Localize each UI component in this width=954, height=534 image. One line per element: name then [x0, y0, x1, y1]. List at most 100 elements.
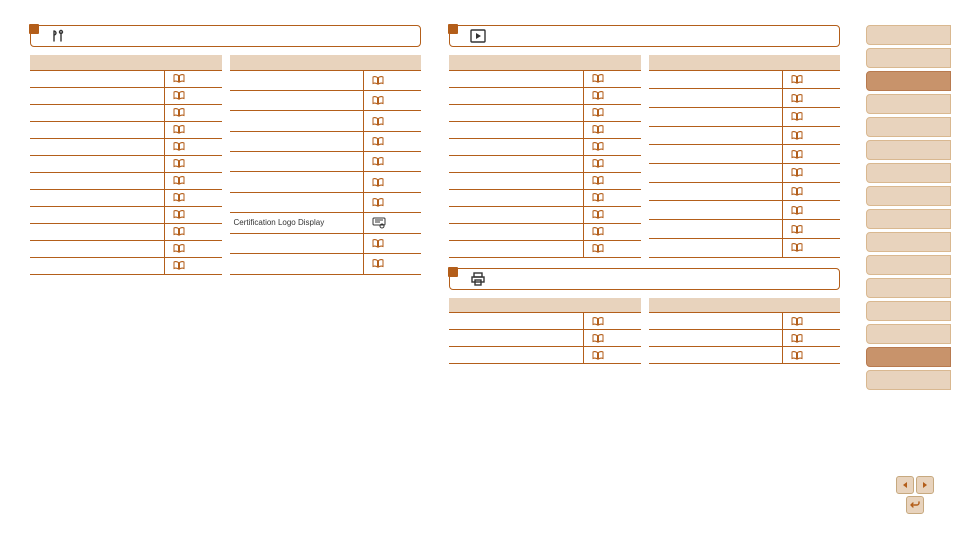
table-row[interactable]: Certification Logo Display	[230, 213, 422, 233]
page-cell[interactable]	[164, 257, 221, 274]
page-cell[interactable]	[583, 223, 640, 240]
sidebar-tab-1[interactable]	[866, 48, 951, 68]
sidebar-tab-0[interactable]	[866, 25, 951, 45]
page-cell[interactable]	[583, 104, 640, 121]
table-row[interactable]	[649, 347, 841, 364]
sidebar-tab-3[interactable]	[866, 94, 951, 114]
next-button[interactable]	[916, 476, 934, 494]
table-row[interactable]	[230, 192, 422, 212]
table-row[interactable]	[449, 330, 641, 347]
table-row[interactable]	[449, 70, 641, 87]
page-cell[interactable]	[583, 313, 640, 330]
table-row[interactable]	[30, 189, 222, 206]
table-row[interactable]	[30, 121, 222, 138]
page-cell[interactable]	[364, 90, 421, 110]
page-cell[interactable]	[583, 138, 640, 155]
table-row[interactable]	[649, 238, 841, 257]
page-cell[interactable]	[783, 182, 840, 201]
page-cell[interactable]	[783, 126, 840, 145]
table-row[interactable]	[30, 257, 222, 274]
page-cell[interactable]	[364, 254, 421, 274]
table-row[interactable]	[230, 70, 422, 90]
table-row[interactable]	[649, 201, 841, 220]
table-row[interactable]	[449, 313, 641, 330]
page-cell[interactable]	[783, 107, 840, 126]
page-cell[interactable]	[164, 155, 221, 172]
table-row[interactable]	[230, 111, 422, 131]
sidebar-tab-9[interactable]	[866, 232, 951, 252]
table-row[interactable]	[449, 347, 641, 364]
table-row[interactable]	[649, 182, 841, 201]
page-cell[interactable]	[583, 206, 640, 223]
page-cell[interactable]	[783, 313, 840, 330]
table-row[interactable]	[30, 104, 222, 121]
page-cell[interactable]	[583, 155, 640, 172]
table-row[interactable]	[230, 172, 422, 192]
page-cell[interactable]	[164, 121, 221, 138]
table-row[interactable]	[649, 145, 841, 164]
table-row[interactable]	[649, 70, 841, 89]
table-row[interactable]	[230, 131, 422, 151]
page-cell[interactable]	[364, 192, 421, 212]
page-cell[interactable]	[783, 70, 840, 89]
sidebar-tab-8[interactable]	[866, 209, 951, 229]
page-cell[interactable]	[364, 233, 421, 253]
sidebar-tab-15[interactable]	[866, 370, 951, 390]
sidebar-tab-7[interactable]	[866, 186, 951, 206]
sidebar-tab-13[interactable]	[866, 324, 951, 344]
table-row[interactable]	[449, 87, 641, 104]
sidebar-tab-4[interactable]	[866, 117, 951, 137]
sidebar-tab-6[interactable]	[866, 163, 951, 183]
table-row[interactable]	[30, 206, 222, 223]
table-row[interactable]	[449, 138, 641, 155]
page-cell[interactable]	[164, 138, 221, 155]
page-cell[interactable]	[583, 189, 640, 206]
page-cell[interactable]	[164, 189, 221, 206]
page-cell[interactable]	[164, 223, 221, 240]
page-cell[interactable]	[164, 172, 221, 189]
page-cell[interactable]	[583, 240, 640, 257]
page-cell[interactable]	[783, 330, 840, 347]
table-row[interactable]	[649, 220, 841, 239]
table-row[interactable]	[30, 155, 222, 172]
page-cell[interactable]	[364, 152, 421, 172]
table-row[interactable]	[649, 330, 841, 347]
table-row[interactable]	[30, 138, 222, 155]
table-row[interactable]	[449, 206, 641, 223]
page-cell[interactable]	[783, 145, 840, 164]
page-cell[interactable]	[364, 70, 421, 90]
page-cell[interactable]	[783, 89, 840, 108]
table-row[interactable]	[449, 223, 641, 240]
page-cell[interactable]	[364, 131, 421, 151]
page-cell[interactable]	[583, 172, 640, 189]
page-cell[interactable]	[364, 213, 421, 233]
table-row[interactable]	[649, 163, 841, 182]
sidebar-tab-10[interactable]	[866, 255, 951, 275]
table-row[interactable]	[449, 121, 641, 138]
table-row[interactable]	[449, 172, 641, 189]
table-row[interactable]	[230, 152, 422, 172]
page-cell[interactable]	[783, 201, 840, 220]
sidebar-tab-14[interactable]	[866, 347, 951, 367]
page-cell[interactable]	[783, 347, 840, 364]
page-cell[interactable]	[583, 70, 640, 87]
page-cell[interactable]	[783, 220, 840, 239]
table-row[interactable]	[30, 172, 222, 189]
table-row[interactable]	[449, 104, 641, 121]
prev-button[interactable]	[896, 476, 914, 494]
page-cell[interactable]	[783, 238, 840, 257]
table-row[interactable]	[649, 89, 841, 108]
table-row[interactable]	[230, 90, 422, 110]
page-cell[interactable]	[164, 70, 221, 87]
table-row[interactable]	[30, 240, 222, 257]
page-cell[interactable]	[583, 330, 640, 347]
page-cell[interactable]	[583, 87, 640, 104]
page-cell[interactable]	[164, 87, 221, 104]
table-row[interactable]	[649, 107, 841, 126]
table-row[interactable]	[449, 189, 641, 206]
table-row[interactable]	[230, 233, 422, 253]
table-row[interactable]	[30, 70, 222, 87]
table-row[interactable]	[649, 313, 841, 330]
page-cell[interactable]	[164, 104, 221, 121]
page-cell[interactable]	[583, 121, 640, 138]
